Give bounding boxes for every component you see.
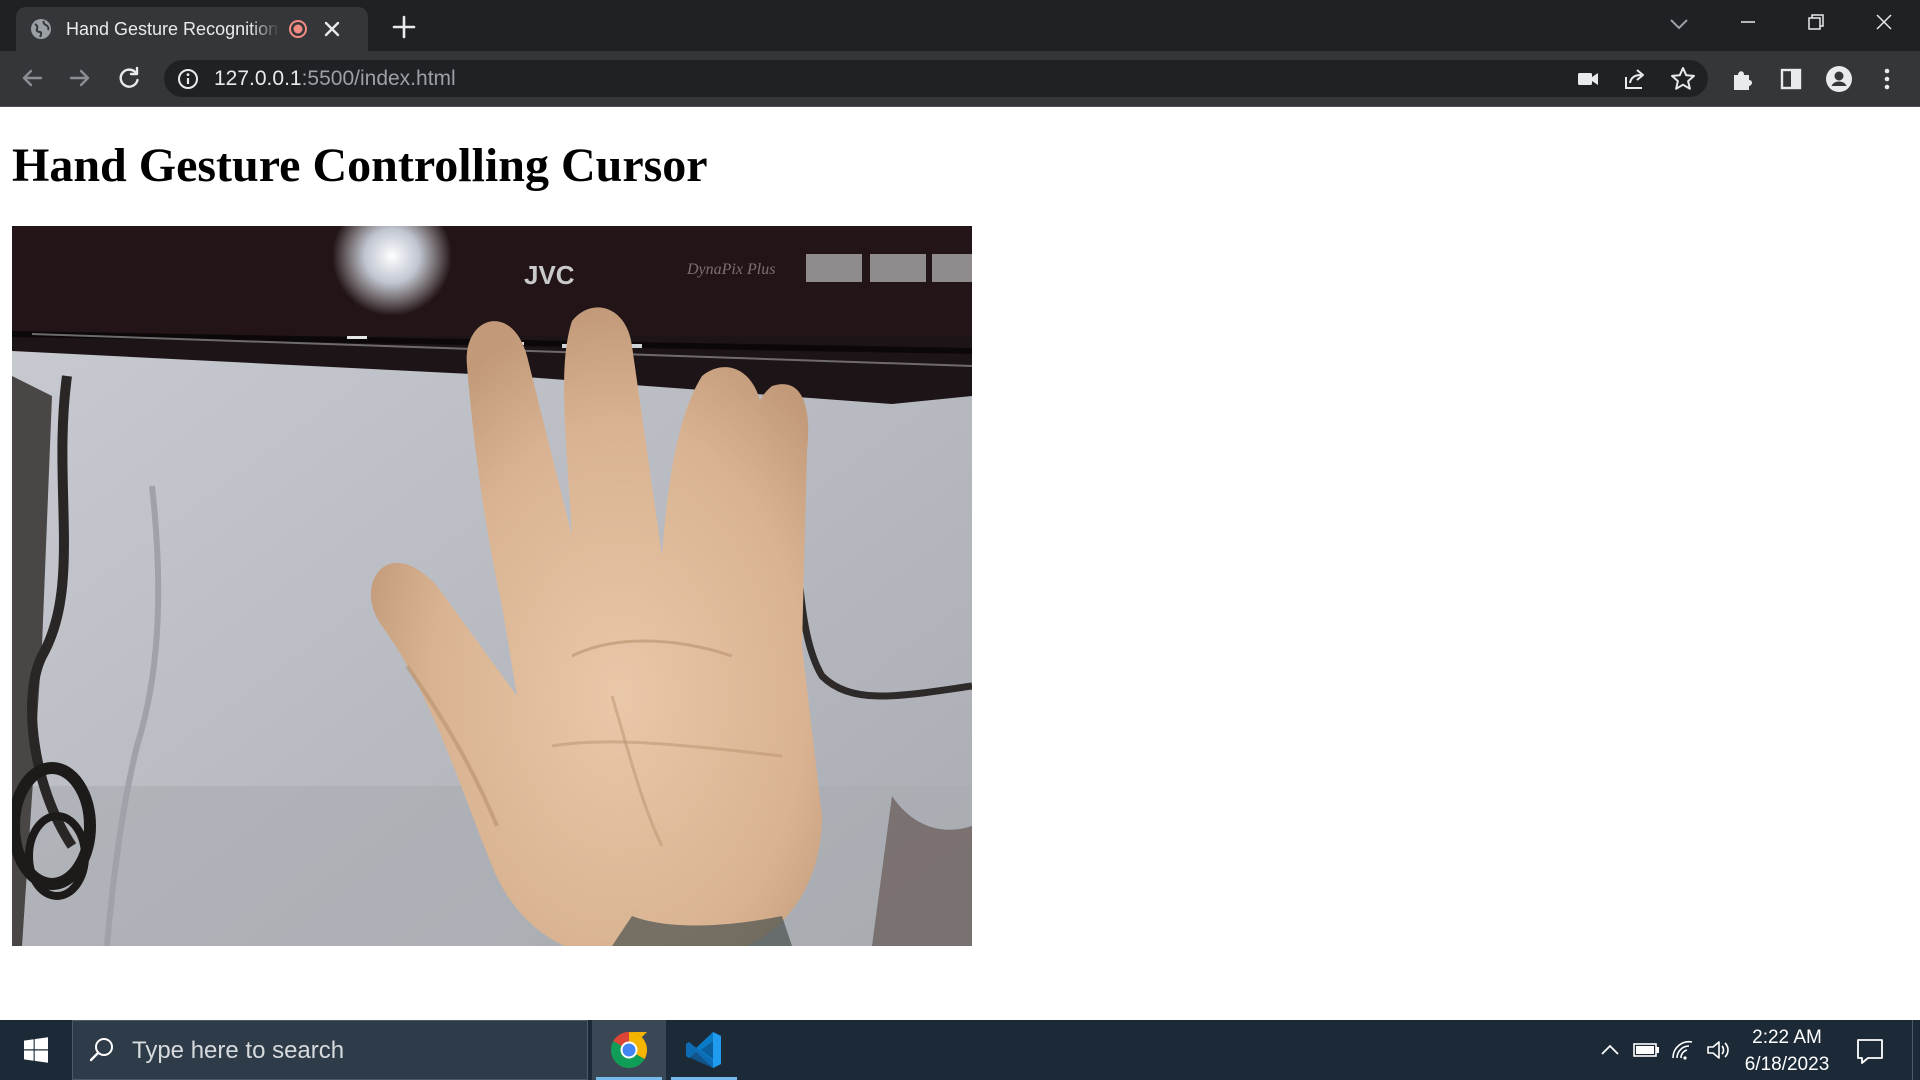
window-restore-button[interactable] (1782, 0, 1850, 44)
star-icon[interactable] (1668, 64, 1698, 94)
url-text[interactable]: 127.0.0.1:5500/index.html (214, 64, 456, 94)
tab-search-chevron-down-icon[interactable] (1666, 12, 1692, 36)
side-panel-icon[interactable] (1776, 64, 1806, 94)
taskbar-app-vscode[interactable] (667, 1020, 741, 1080)
chevron-up-icon[interactable] (1596, 1036, 1624, 1064)
show-desktop-button[interactable] (1912, 1020, 1920, 1080)
url-host: 127.0.0.1 (214, 67, 302, 90)
tab-title: Hand Gesture Recognition Controlling Cur… (66, 18, 280, 39)
reload-icon[interactable] (114, 63, 144, 93)
back-arrow-icon[interactable] (17, 63, 47, 93)
tab-close-icon[interactable] (320, 17, 344, 41)
vscode-icon (686, 1032, 721, 1068)
new-tab-plus-icon[interactable] (390, 13, 418, 41)
battery-icon[interactable] (1632, 1036, 1660, 1064)
monitor-model: DynaPix Plus (686, 261, 775, 278)
forward-arrow-icon[interactable] (65, 63, 95, 93)
close-icon (1876, 14, 1892, 30)
search-icon (89, 1038, 113, 1062)
page-title: Hand Gesture Controlling Cursor (12, 139, 708, 192)
recording-dot-icon (289, 20, 307, 38)
profile-avatar-icon[interactable] (1824, 64, 1854, 94)
search-placeholder: Type here to search (132, 1037, 345, 1064)
wifi-icon[interactable] (1670, 1036, 1698, 1064)
info-icon[interactable] (176, 67, 200, 91)
monitor-brand: JVC (524, 260, 575, 290)
camera-icon[interactable] (1573, 64, 1603, 94)
taskbar-clock[interactable]: 2:22 AM 6/18/2023 (1728, 1024, 1846, 1078)
webcam-video-feed: JVC DynaPix Plus (12, 226, 972, 946)
url-path: :5500/index.html (301, 67, 456, 90)
clock-date: 6/18/2023 (1744, 1054, 1830, 1075)
clock-time: 2:22 AM (1752, 1027, 1822, 1048)
start-button[interactable] (0, 1020, 72, 1080)
window-minimize-button[interactable] (1714, 0, 1782, 44)
taskbar-app-chrome[interactable] (592, 1020, 666, 1080)
kebab-menu-icon[interactable] (1872, 64, 1902, 94)
globe-icon (31, 19, 51, 39)
toolbar-divider (0, 106, 1920, 107)
share-icon[interactable] (1620, 64, 1650, 94)
webcam-frame-image: JVC DynaPix Plus (12, 226, 972, 946)
window-close-button[interactable] (1850, 0, 1918, 44)
restore-icon (1808, 14, 1824, 30)
action-center-icon[interactable] (1854, 1036, 1886, 1066)
browser-tab-active[interactable]: Hand Gesture Recognition Controlling Cur… (16, 7, 368, 51)
chrome-icon (610, 1032, 648, 1069)
extensions-puzzle-icon[interactable] (1728, 64, 1758, 94)
windows-logo-icon (24, 1037, 48, 1063)
minimize-icon (1741, 21, 1755, 23)
